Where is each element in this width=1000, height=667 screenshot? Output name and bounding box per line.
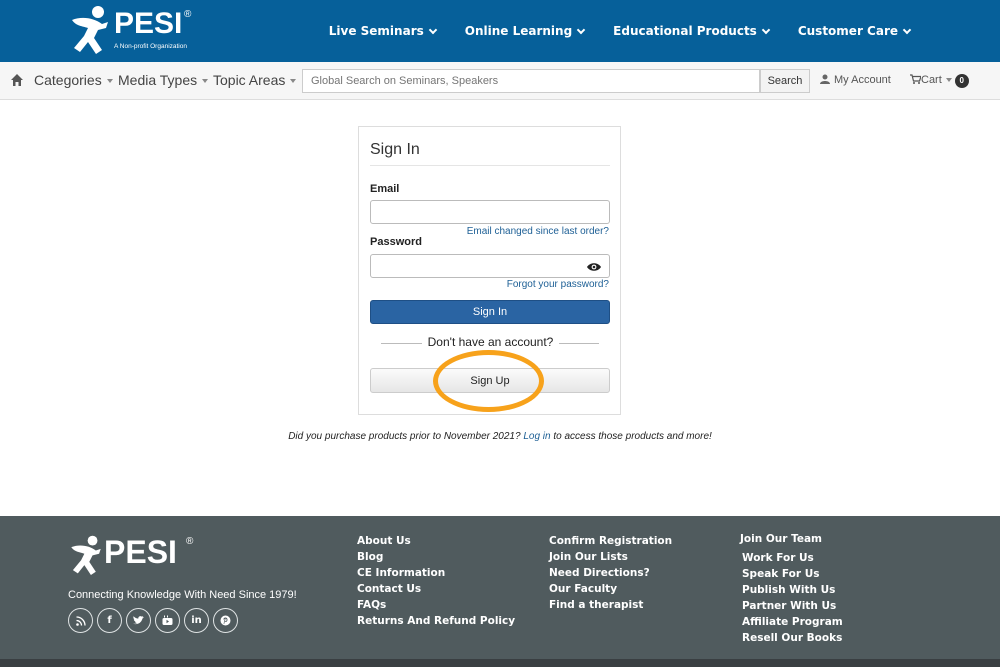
no-account-text: Don't have an account? [421,335,560,349]
footer-col-registration: Confirm Registration Join Our Lists Need… [549,533,672,613]
legacy-login-link[interactable]: Log in [523,431,550,442]
logo-tagline: A Non-profit Organization [114,43,187,50]
no-account-text-wrap: Don't have an account? [359,335,622,349]
my-account-link[interactable]: My Account [820,74,891,86]
chevron-down-icon [428,25,437,34]
nav-live-seminars[interactable]: Live Seminars [328,24,437,38]
footer-link-directions[interactable]: Need Directions? [549,565,672,581]
twitter-icon[interactable] [126,608,151,633]
footer-link-work[interactable]: Work For Us [740,550,843,566]
nav-online-learning[interactable]: Online Learning [464,24,586,38]
linkedin-icon[interactable]: in [184,608,209,633]
logo-wordmark: PESI [114,7,183,40]
my-account-label: My Account [834,74,891,86]
footer-bottom-strip [0,659,1000,667]
signin-panel: Sign In Email Email changed since last o… [358,126,621,415]
categories-dropdown[interactable]: Categories [34,72,113,88]
footer-col-team: Join Our Team Work For Us Speak For Us P… [740,531,843,646]
main-nav: Live Seminars Online Learning Educationa… [300,0,912,62]
footer-link-affiliate[interactable]: Affiliate Program [740,614,843,630]
pinterest-icon[interactable] [213,608,238,633]
note-prefix: Did you purchase products prior to Novem… [288,431,521,442]
media-types-dropdown[interactable]: Media Types [118,72,209,88]
caret-down-icon [945,78,952,83]
signin-title: Sign In [370,141,420,158]
title-divider [370,165,610,166]
caret-down-icon [202,79,209,84]
youtube-icon[interactable] [155,608,180,633]
footer-logo[interactable]: PESI ® [68,534,208,584]
footer-heading-join-team: Join Our Team [740,533,823,545]
caret-down-icon [106,79,113,84]
social-links: f in [68,608,242,633]
legacy-login-note: Did you purchase products prior to Novem… [0,431,1000,442]
show-password-icon[interactable] [587,262,601,272]
forgot-password-link[interactable]: Forgot your password? [507,279,609,290]
topic-areas-dropdown[interactable]: Topic Areas [213,72,297,88]
footer-col-about: About Us Blog CE Information Contact Us … [357,533,515,629]
footer-link-partner[interactable]: Partner With Us [740,598,843,614]
password-label: Password [370,236,422,248]
nav-label: Customer Care [797,24,898,38]
footer-link-speak[interactable]: Speak For Us [740,566,843,582]
footer-link-ce-info[interactable]: CE Information [357,565,515,581]
footer-link-resell[interactable]: Resell Our Books [740,630,843,646]
password-field[interactable] [370,254,610,278]
registered-mark: ® [186,536,194,547]
chevron-down-icon [902,25,912,34]
top-header: PESI ® A Non-profit Organization Live Se… [0,0,1000,62]
cart-label: Cart [921,74,942,86]
footer-link-faculty[interactable]: Our Faculty [549,581,672,597]
topic-areas-label: Topic Areas [213,72,286,88]
rss-icon[interactable] [68,608,93,633]
footer-link-publish[interactable]: Publish With Us [740,582,843,598]
footer-tagline: Connecting Knowledge With Need Since 197… [68,589,297,601]
footer-link-find-therapist[interactable]: Find a therapist [549,597,672,613]
registered-mark: ® [184,9,192,20]
caret-down-icon [290,79,297,84]
footer-logo-wordmark: PESI [104,534,177,570]
user-icon [820,74,830,84]
footer-link-about[interactable]: About Us [357,533,515,549]
nav-customer-care[interactable]: Customer Care [797,24,912,38]
global-search-input[interactable] [302,69,760,93]
email-changed-link[interactable]: Email changed since last order? [467,226,609,237]
categories-label: Categories [34,72,102,88]
pesi-logo[interactable]: PESI ® A Non-profit Organization [68,6,208,58]
media-types-label: Media Types [118,72,198,88]
footer-link-faqs[interactable]: FAQs [357,597,515,613]
email-label: Email [370,183,400,195]
signin-button[interactable]: Sign In [370,300,610,324]
nav-label: Live Seminars [328,24,424,38]
chevron-down-icon [576,25,586,34]
footer-link-join-lists[interactable]: Join Our Lists [549,549,672,565]
pesi-figure-icon [72,6,108,54]
pesi-figure-icon [71,535,101,575]
cart-count-badge: 0 [954,74,969,88]
search-button[interactable]: Search [760,69,810,93]
signup-button[interactable]: Sign Up [370,368,610,393]
footer-link-returns[interactable]: Returns And Refund Policy [357,613,515,629]
cart-dropdown[interactable]: Cart 0 [910,74,969,88]
footer-link-contact[interactable]: Contact Us [357,581,515,597]
chevron-down-icon [761,25,771,34]
footer-link-blog[interactable]: Blog [357,549,515,565]
nav-label: Educational Products [613,24,757,38]
nav-label: Online Learning [464,24,573,38]
nav-educational-products[interactable]: Educational Products [613,24,771,38]
email-field[interactable] [370,200,610,224]
note-suffix: to access those products and more! [553,431,712,442]
footer-link-confirm-registration[interactable]: Confirm Registration [549,533,672,549]
facebook-icon[interactable]: f [97,608,122,633]
home-icon[interactable] [10,73,24,87]
cart-icon [910,74,922,84]
